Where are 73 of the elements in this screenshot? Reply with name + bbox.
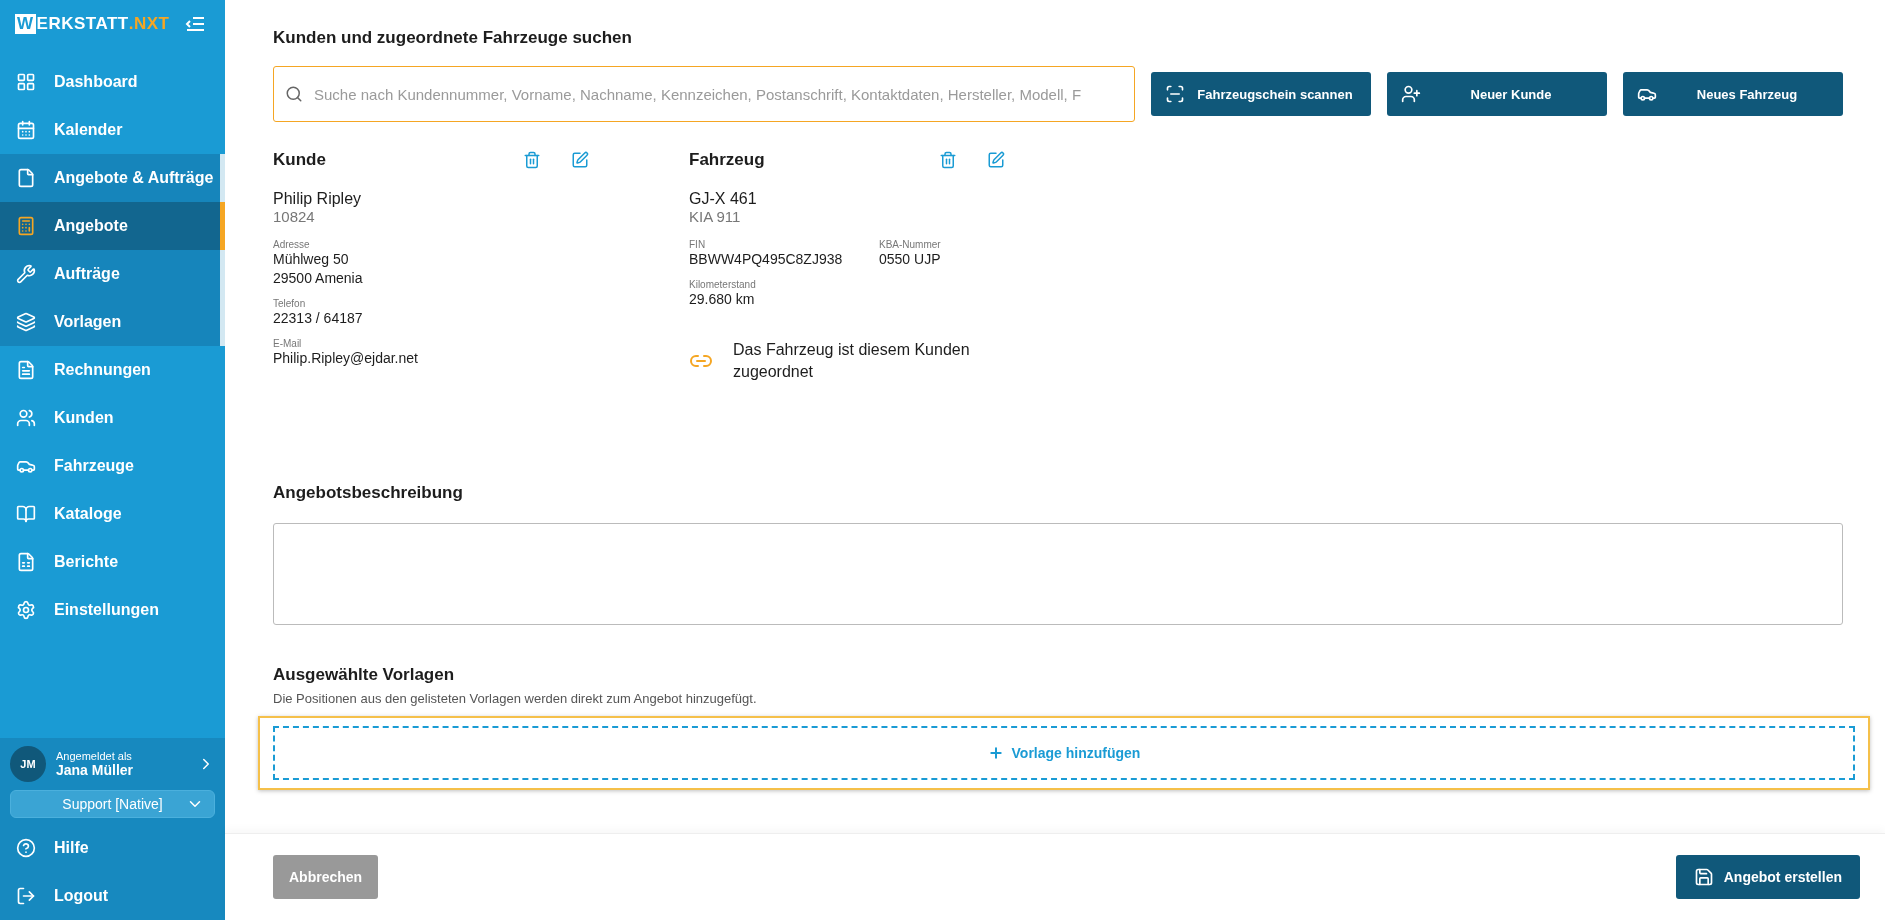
field-label: Telefon: [273, 298, 307, 309]
nav-item[interactable]: Fahrzeuge: [0, 442, 225, 490]
field-value: Philip.Ripley@ejdar.net: [273, 349, 419, 368]
nav-item[interactable]: Kataloge: [0, 490, 225, 538]
report-icon: [16, 552, 36, 572]
book-icon: [16, 504, 36, 524]
description-field[interactable]: [273, 523, 1843, 625]
nav-item[interactable]: Aufträge: [0, 250, 225, 298]
nav-item[interactable]: Angebote & Aufträge: [0, 154, 225, 202]
field-label: Adresse: [273, 239, 311, 250]
nav-item[interactable]: Kunden: [0, 394, 225, 442]
submit-button[interactable]: Angebot erstellen: [1675, 855, 1860, 899]
field-label: Kilometerstand: [689, 279, 757, 290]
nav-item[interactable]: Kalender: [0, 106, 225, 154]
calendar-icon: [16, 120, 36, 140]
tools-icon: [16, 264, 36, 284]
delete-button[interactable]: [523, 151, 541, 169]
section-title: Angebotsbeschreibung: [273, 483, 464, 503]
role-select[interactable]: Support [Native]: [10, 790, 215, 818]
customer-number: 10824: [273, 208, 316, 225]
logout-icon: [16, 886, 36, 906]
cancel-button[interactable]: Abbrechen: [273, 855, 379, 899]
nav-item[interactable]: Vorlagen: [0, 298, 225, 346]
layers-icon: [16, 312, 36, 332]
nav-item[interactable]: Berichte: [0, 538, 225, 586]
license-plate: GJ-X 461: [689, 190, 758, 208]
search-field[interactable]: Suche nach Kundennummer, Vorname, Nachname, Kennzeichen, Postanschrift, Kontaktdaten, Hersteller, Modell, F: [273, 66, 1135, 122]
plus-icon: [987, 745, 1004, 761]
section-title: Ausgewählte Vorlagen: [273, 665, 456, 685]
field-label: E-Mail: [273, 338, 303, 349]
nav-item[interactable]: Hilfe: [0, 824, 225, 872]
collapse-menu-icon[interactable]: [185, 16, 205, 32]
field-label: FIN: [689, 239, 707, 250]
user-name: Jana Müller: [56, 762, 135, 778]
document-icon: [16, 360, 36, 380]
link-note: Das Fahrzeug ist diesem Kunden zugeordnet: [733, 340, 971, 382]
dashboard-icon: [16, 72, 36, 92]
nav-item[interactable]: Logout: [0, 872, 225, 920]
logo: W ERKSTATT.NXT: [15, 14, 170, 34]
delete-button[interactable]: [939, 151, 957, 169]
section-title: Kunden und zugeordnete Fahrzeuge suchen: [273, 28, 633, 48]
card-title: Fahrzeug: [689, 150, 766, 170]
field-value: 0550 UJP: [879, 250, 942, 269]
field-value: Mühlweg 50: [273, 250, 350, 269]
section-hint: Die Positionen aus den gelisteten Vorlagen werden direkt zum Angebot hinzugefügt.: [273, 691, 758, 706]
add-template-button[interactable]: Vorlage hinzufügen: [273, 726, 1855, 780]
field-value: BBWW4PQ495C8ZJ938: [689, 250, 844, 269]
signed-in-caption: Angemeldet als: [56, 750, 133, 762]
document-icon: [16, 168, 36, 188]
vehicle-model: KIA 911: [689, 208, 742, 225]
field-value: 22313 / 64187: [273, 309, 364, 328]
scan-icon: [1165, 84, 1185, 104]
save-icon: [1693, 867, 1714, 887]
nav-item[interactable]: Angebote: [0, 202, 225, 250]
help-icon: [16, 838, 36, 858]
nav-item[interactable]: Rechnungen: [0, 346, 225, 394]
users-icon: [16, 408, 36, 428]
card-title: Kunde: [273, 150, 327, 170]
field-value: 29.680 km: [689, 290, 756, 309]
action-button[interactable]: Neuer Kunde: [1387, 72, 1607, 116]
settings-icon: [16, 600, 36, 620]
nav-item[interactable]: Dashboard: [0, 58, 225, 106]
customer-name: Philip Ripley: [273, 190, 363, 208]
user-plus-icon: [1401, 84, 1421, 104]
edit-button[interactable]: [987, 151, 1005, 169]
nav-item[interactable]: Einstellungen: [0, 586, 225, 634]
action-button[interactable]: Fahrzeugschein scannen: [1151, 72, 1371, 116]
edit-button[interactable]: [571, 151, 589, 169]
avatar: JM: [10, 746, 46, 782]
action-button[interactable]: Neues Fahrzeug: [1623, 72, 1843, 116]
calculator-icon: [16, 216, 36, 236]
field-value: 29500 Amenia: [273, 269, 364, 288]
field-label: KBA-Nummer: [879, 239, 942, 250]
